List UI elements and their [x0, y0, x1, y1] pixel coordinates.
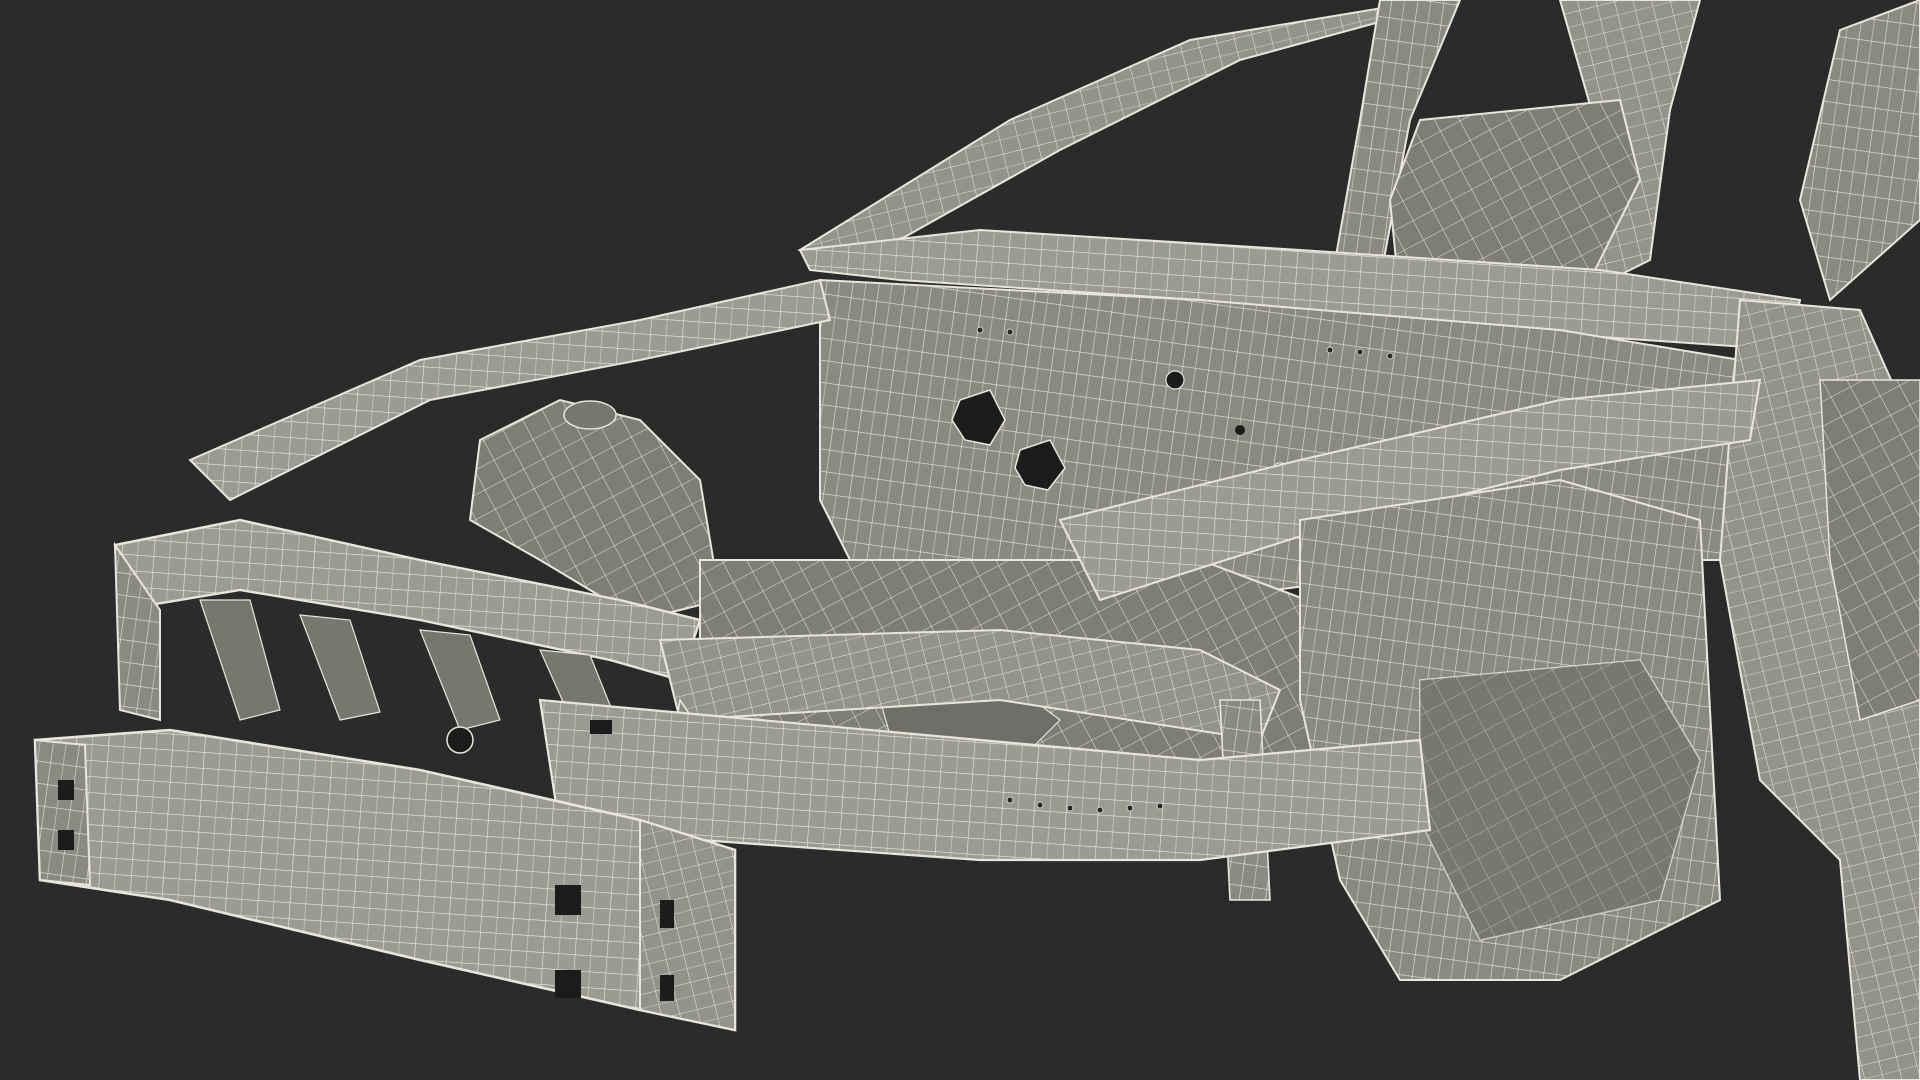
viewport — [0, 0, 1920, 1080]
car-body-frame-render — [33, 0, 1920, 1080]
